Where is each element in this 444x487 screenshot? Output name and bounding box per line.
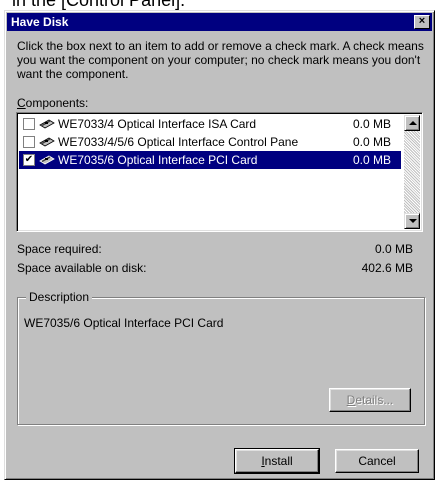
component-checkbox[interactable] — [23, 136, 35, 148]
details-label-rest: etails... — [355, 393, 394, 407]
instructions-text: Click the box next to an item to add or … — [17, 39, 424, 81]
install-label-rest: nstall — [264, 454, 293, 468]
description-legend: Description — [26, 290, 93, 304]
components-listbox[interactable]: WE7033/4 Optical Interface ISA Card 0.0 … — [16, 112, 423, 232]
components-mnemonic: C — [17, 96, 26, 110]
components-label-rest: omponents: — [25, 96, 89, 110]
description-group: Description WE7035/6 Optical Interface P… — [17, 290, 425, 425]
title-bar[interactable]: Have Disk × — [7, 13, 432, 31]
network-card-icon — [39, 119, 55, 129]
component-size: 0.0 MB — [352, 135, 391, 149]
details-button[interactable]: Details... — [329, 388, 411, 412]
component-size: 0.0 MB — [352, 117, 391, 131]
list-item-selected[interactable]: ✔ WE7035/6 Optical Interface PCI Card 0.… — [19, 151, 401, 169]
arrow-up-icon — [409, 121, 417, 125]
space-required-label: Space required: — [17, 242, 102, 256]
top-caption: in the [Control Panel]. — [12, 0, 186, 10]
have-disk-dialog: Have Disk × Click the box next to an ite… — [4, 10, 435, 480]
components-label: Components: — [17, 96, 88, 110]
check-mark-icon: ✔ — [24, 154, 34, 165]
close-button[interactable]: × — [414, 15, 430, 29]
description-text: WE7035/6 Optical Interface PCI Card — [24, 316, 224, 330]
arrow-down-icon — [409, 219, 417, 223]
space-required-value: 0.0 MB — [374, 242, 413, 256]
component-name: WE7033/4/5/6 Optical Interface Control P… — [58, 135, 299, 149]
component-size: 0.0 MB — [352, 153, 391, 167]
close-icon: × — [418, 15, 426, 27]
list-item[interactable]: WE7033/4/5/6 Optical Interface Control P… — [19, 133, 401, 151]
network-card-icon — [39, 137, 55, 147]
component-name: WE7033/4 Optical Interface ISA Card — [58, 117, 257, 131]
vertical-scrollbar[interactable] — [404, 115, 420, 229]
space-required-row: Space required: 0.0 MB — [17, 242, 423, 256]
scroll-up-button[interactable] — [404, 115, 420, 131]
space-available-label: Space available on disk: — [17, 261, 147, 275]
component-checkbox[interactable]: ✔ — [23, 154, 35, 166]
scroll-down-button[interactable] — [404, 213, 420, 229]
list-item[interactable]: WE7033/4 Optical Interface ISA Card 0.0 … — [19, 115, 401, 133]
component-checkbox[interactable] — [23, 118, 35, 130]
space-available-value: 402.6 MB — [361, 261, 413, 275]
space-available-row: Space available on disk: 402.6 MB — [17, 261, 423, 275]
install-button[interactable]: Install — [234, 448, 320, 474]
window-title: Have Disk — [11, 15, 69, 29]
component-name: WE7035/6 Optical Interface PCI Card — [58, 153, 258, 167]
network-card-icon — [39, 155, 55, 165]
cancel-button[interactable]: Cancel — [335, 449, 419, 473]
